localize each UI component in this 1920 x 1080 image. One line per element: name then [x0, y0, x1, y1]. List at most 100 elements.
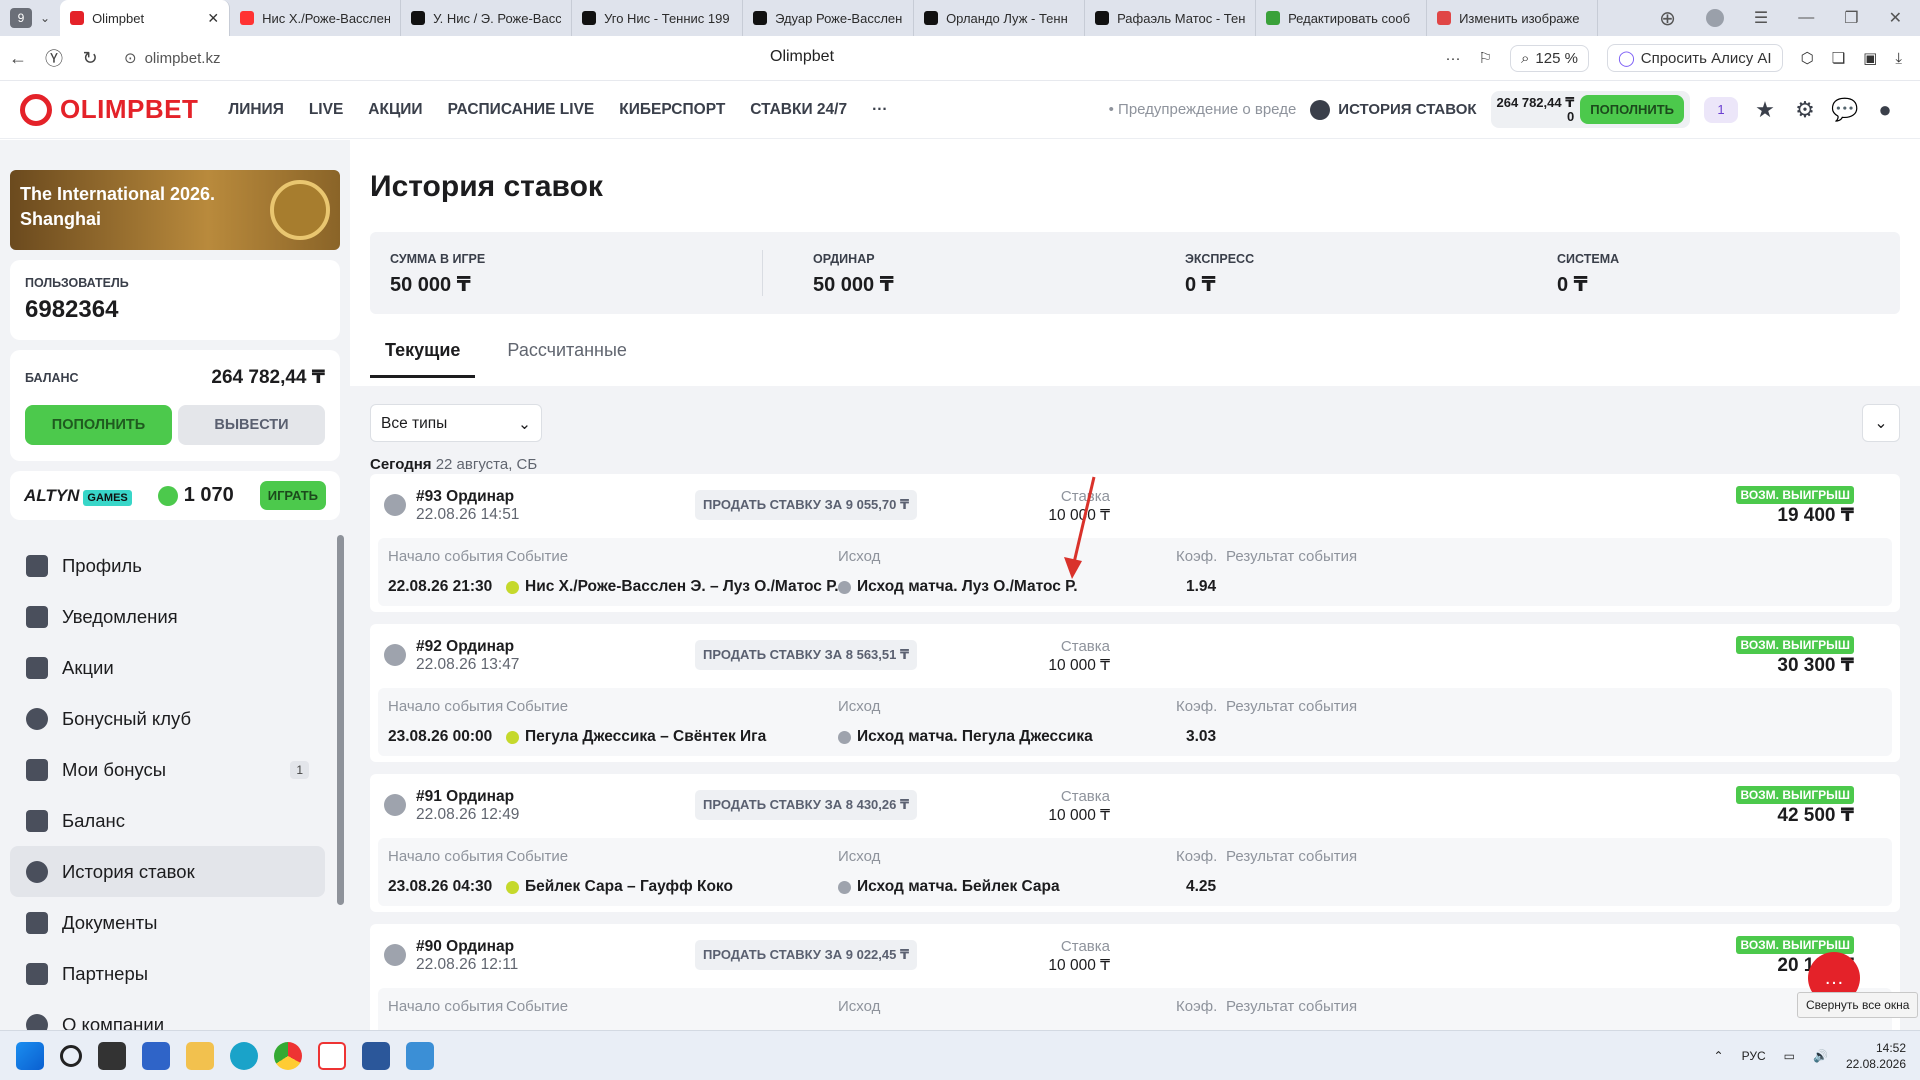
collapse-all-button[interactable]: ⌄ — [1862, 404, 1900, 442]
close-icon[interactable]: ✕ — [1889, 8, 1902, 28]
more-icon[interactable]: ··· — [1446, 50, 1461, 67]
menu-item-line[interactable]: ЛИНИЯ — [228, 101, 284, 119]
balance-value: 264 782,44 ₸ — [211, 367, 325, 388]
col-outcome-header: Исход — [838, 998, 881, 1015]
bookmark-icon[interactable]: ⚐ — [1479, 49, 1492, 67]
gear-icon[interactable]: ⚙ — [1792, 97, 1818, 123]
sidebar-item[interactable]: Партнеры — [10, 948, 325, 999]
deposit-button[interactable]: ПОПОЛНИТЬ — [25, 405, 172, 445]
yandex-browser-icon[interactable] — [318, 1041, 346, 1070]
bet-history-link[interactable]: ИСТОРИЯ СТАВОК — [1310, 99, 1477, 120]
tab-current[interactable]: Текущие — [370, 340, 476, 378]
close-icon[interactable]: ✕ — [207, 10, 219, 27]
event-name[interactable]: Бейлек Сара – Гауфф Коко — [506, 878, 733, 896]
profile-icon[interactable] — [1705, 9, 1724, 27]
browser-tab[interactable]: Olimpbet ✕ — [60, 0, 231, 36]
vpn-icon[interactable]: ▣ — [1863, 49, 1877, 67]
clock[interactable]: 14:52 22.08.2026 — [1846, 1040, 1906, 1072]
collections-icon[interactable]: ❏ — [1832, 49, 1845, 67]
new-tab-icon[interactable]: ⊕ — [1659, 6, 1676, 31]
reload-icon[interactable]: ↻ — [72, 48, 108, 69]
bet-card[interactable]: #92 Ординар 22.08.26 13:47 ПРОДАТЬ СТАВК… — [370, 624, 1900, 762]
sell-bet-button[interactable]: ПРОДАТЬ СТАВКУ ЗА 8 430,26 ₸ — [695, 790, 918, 820]
extensions-icon[interactable]: ⬡ — [1801, 49, 1814, 67]
sidebar-item[interactable]: Акции — [10, 642, 325, 693]
menu-item-live-schedule[interactable]: РАСПИСАНИЕ LIVE — [448, 101, 595, 119]
volume-icon[interactable]: 🔊 — [1813, 1049, 1828, 1063]
task-view-icon[interactable] — [98, 1041, 126, 1070]
browser-tab[interactable]: У. Нис / Э. Роже-Васс — [401, 0, 573, 36]
menu-more-button[interactable]: ··· — [872, 101, 888, 119]
promo-banner[interactable]: The International 2026. Shanghai — [10, 170, 340, 250]
user-icon[interactable]: ● — [1872, 97, 1898, 123]
alice-button[interactable]: ◯ Спросить Алису AI — [1606, 44, 1783, 72]
menu-item-promos[interactable]: АКЦИИ — [368, 101, 422, 119]
store-icon[interactable] — [142, 1041, 170, 1070]
bet-type-select[interactable]: Все типы ⌄ — [370, 404, 542, 442]
zoom-level: 125 % — [1535, 49, 1578, 67]
yandex-icon[interactable]: Ⓨ — [36, 45, 72, 71]
sidebar-item[interactable]: Бонусный клуб — [10, 693, 325, 744]
sidebar-item[interactable]: История ставок — [10, 846, 325, 897]
chrome-icon[interactable] — [274, 1041, 302, 1070]
back-icon[interactable]: ← — [0, 48, 36, 69]
menu-item-cybersport[interactable]: КИБЕРСПОРТ — [619, 101, 725, 119]
chevron-up-icon[interactable]: ⌃ — [1714, 1049, 1724, 1063]
browser-tab[interactable]: Изменить изображе — [1427, 0, 1599, 36]
file-explorer-icon[interactable] — [186, 1041, 214, 1070]
browser-tab[interactable]: Уго Нис - Теннис 199 — [572, 0, 744, 36]
pending-icon — [838, 880, 851, 894]
bet-card[interactable]: #90 Ординар 22.08.26 12:11 ПРОДАТЬ СТАВК… — [370, 924, 1900, 1030]
search-icon[interactable] — [60, 1044, 82, 1067]
edge-icon[interactable] — [230, 1041, 258, 1070]
browser-tab[interactable]: Редактировать сооб — [1256, 0, 1428, 36]
sidebar-item[interactable]: Профиль — [10, 540, 325, 591]
sell-bet-button[interactable]: ПРОДАТЬ СТАВКУ ЗА 8 563,51 ₸ — [695, 640, 918, 670]
url-field[interactable]: ⊙ olimpbet.kz — [124, 49, 424, 68]
event-name[interactable]: Нис Х./Роже-Васслен Э. – Луз О./Матос Р. — [506, 578, 839, 596]
menu-item-bets-247[interactable]: СТАВКИ 24/7 — [750, 101, 847, 119]
coin-icon — [157, 485, 178, 506]
sidebar-item[interactable]: Мои бонусы 1 — [10, 744, 325, 795]
menu-icon[interactable]: ☰ — [1754, 8, 1768, 28]
word-icon[interactable] — [362, 1041, 390, 1070]
browser-tab[interactable]: Эдуар Роже-Васслен — [743, 0, 915, 36]
bet-card[interactable]: #93 Ординар 22.08.26 14:51 ПРОДАТЬ СТАВК… — [370, 474, 1900, 612]
minimize-icon[interactable]: — — [1798, 9, 1814, 27]
browser-tab[interactable]: Нис Х./Роже-Васслен — [230, 0, 402, 36]
browser-tab[interactable]: Орландо Луж - Тенн — [914, 0, 1086, 36]
network-icon[interactable]: ▭ — [1784, 1049, 1795, 1063]
header-balance[interactable]: 264 782,44 ₸ 0 ПОПОЛНИТЬ — [1490, 91, 1690, 128]
day-heading: Сегодня 22 августа, СБ — [370, 456, 537, 473]
olimpbet-logo[interactable]: OLIMPBET — [20, 93, 198, 126]
tab-settled[interactable]: Рассчитанные — [507, 340, 627, 378]
app-icon[interactable] — [406, 1041, 434, 1070]
sidebar-scrollbar[interactable] — [337, 535, 344, 905]
sidebar-item[interactable]: Баланс — [10, 795, 325, 846]
sell-bet-button[interactable]: ПРОДАТЬ СТАВКУ ЗА 9 022,45 ₸ — [695, 940, 918, 970]
promo-badge-icon[interactable]: 1 — [1704, 96, 1738, 123]
download-icon[interactable]: ⤓ — [1895, 50, 1902, 67]
sidebar-item[interactable]: Уведомления — [10, 591, 325, 642]
chevron-down-icon[interactable]: ⌄ — [40, 11, 50, 25]
header-deposit-button[interactable]: ПОПОЛНИТЬ — [1580, 95, 1684, 124]
zoom-button[interactable]: ⌕ 125 % — [1510, 44, 1589, 72]
play-button[interactable]: ИГРАТЬ — [259, 481, 326, 510]
windows-start-icon[interactable] — [16, 1041, 44, 1070]
chat-icon[interactable]: 💬 — [1831, 97, 1858, 123]
harm-warning-link[interactable]: • Предупреждение о вреде — [1109, 101, 1297, 118]
altyn-games-logo[interactable]: ALTYN GAMES — [24, 486, 132, 506]
site-info-icon[interactable]: ⊙ — [124, 49, 137, 67]
restore-icon[interactable]: ❐ — [1844, 8, 1858, 28]
withdraw-button[interactable]: ВЫВЕСТИ — [178, 405, 325, 445]
bet-card[interactable]: #91 Ординар 22.08.26 12:49 ПРОДАТЬ СТАВК… — [370, 774, 1900, 912]
tab-count-badge[interactable]: 9 — [10, 8, 32, 28]
star-icon[interactable]: ★ — [1752, 97, 1778, 123]
event-name[interactable]: Пегула Джессика – Свёнтек Ига — [506, 728, 766, 746]
browser-tab[interactable]: Рафаэль Матос - Тен — [1085, 0, 1257, 36]
sell-bet-button[interactable]: ПРОДАТЬ СТАВКУ ЗА 9 055,70 ₸ — [695, 490, 918, 520]
sidebar-item[interactable]: О компании — [10, 999, 325, 1030]
sidebar-item[interactable]: Документы — [10, 897, 325, 948]
language-indicator[interactable]: РУС — [1742, 1049, 1766, 1063]
menu-item-live[interactable]: LIVE — [309, 101, 343, 119]
